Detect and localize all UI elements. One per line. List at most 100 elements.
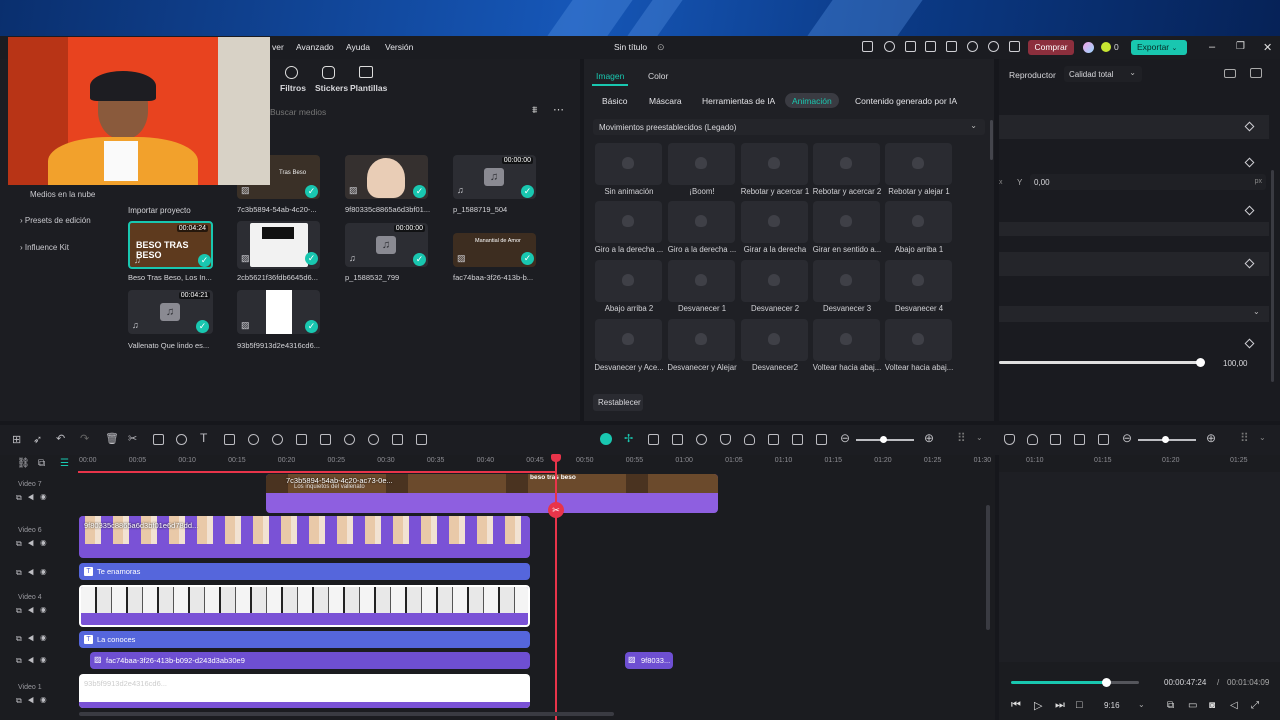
animation-preset-tile[interactable] [885, 319, 952, 361]
camera-icon[interactable]: ◙ [1209, 700, 1215, 711]
subtab-animation[interactable]: Animación [792, 96, 832, 106]
chevron-down-icon[interactable]: ⌄ [1253, 307, 1260, 316]
track-controls[interactable]: ⧉◀◉ [16, 539, 52, 549]
subtab-ai-content[interactable]: Contenido generado por IA [855, 96, 957, 106]
track-controls[interactable]: ⧉◀◉ [16, 696, 52, 706]
quality-dropdown[interactable]: Calidad total ⌄ [1064, 66, 1142, 82]
split-icon[interactable]: ✂ [128, 432, 137, 445]
sticker-clip[interactable]: 9f80335c8865a6d3bf01e6d78dd... [79, 516, 530, 558]
menu-help[interactable]: Ayuda [346, 42, 370, 52]
detach-icon[interactable] [296, 434, 307, 445]
tab-image[interactable]: Imagen [596, 71, 624, 81]
animation-preset-tile[interactable] [813, 319, 880, 361]
grid-view-icon[interactable]: ⠿ [957, 431, 966, 445]
tab-color[interactable]: Color [648, 71, 668, 81]
buy-button[interactable]: Comprar [1028, 40, 1074, 55]
filter-icon[interactable]: ⩩ [532, 105, 537, 116]
display-icon[interactable]: ▭ [1188, 700, 1197, 711]
zoom-slider-handle[interactable] [880, 436, 887, 443]
maximize-icon[interactable]: ❐ [1236, 41, 1245, 52]
import-project[interactable]: Importar proyecto [128, 206, 191, 215]
crop-icon[interactable] [153, 434, 164, 445]
text-icon[interactable]: T [200, 431, 207, 445]
pip-icon[interactable] [1074, 434, 1085, 445]
fit-icon[interactable] [816, 434, 827, 445]
audio-mix-icon[interactable] [768, 434, 779, 445]
fit-icon[interactable] [1098, 434, 1109, 445]
scale-slider[interactable] [999, 361, 1201, 364]
next-frame-icon[interactable]: ⏭ [1055, 699, 1065, 712]
split-at-playhead-icon[interactable]: ✂ [548, 502, 564, 518]
grid-view-icon[interactable]: ⠿ [1240, 431, 1249, 445]
nav-edit-presets[interactable]: › Presets de edición [20, 216, 91, 225]
marker-icon[interactable] [672, 434, 683, 445]
menu-view[interactable]: ver [272, 42, 284, 52]
track-controls[interactable]: ⧉◀◉ [16, 568, 52, 578]
mask-icon[interactable] [272, 434, 283, 445]
scrollbar[interactable] [1271, 170, 1274, 382]
animation-preset-tile[interactable] [813, 260, 880, 302]
small-image-clip[interactable]: ▨ 9f8033... [625, 652, 673, 669]
stop-icon[interactable]: □ [1076, 699, 1083, 711]
chevron-down-icon[interactable]: ⌄ [1259, 433, 1266, 442]
media-item[interactable]: ▨ ✓ [345, 155, 428, 199]
shield-icon[interactable] [1004, 434, 1015, 445]
previous-frame-icon[interactable]: ⏮ [1011, 699, 1021, 712]
track-controls[interactable]: ⧉◀◉ [16, 493, 52, 503]
select-tool-icon[interactable]: ➶ [33, 433, 42, 446]
pip-icon[interactable] [792, 434, 803, 445]
media-item-selected[interactable]: 00:04:24 BESO TRAS BESO ♫ ✓ [128, 221, 213, 269]
shield-icon[interactable] [720, 434, 731, 445]
track-height-icon[interactable]: ☰ [60, 458, 69, 469]
render-icon[interactable] [648, 434, 659, 445]
track-controls[interactable]: ⧉◀◉ [16, 634, 52, 644]
ai-icon[interactable] [320, 434, 331, 445]
microphone-icon[interactable] [1027, 434, 1038, 445]
motion-icon[interactable] [368, 434, 379, 445]
y-position-field[interactable]: 0,00 px [1030, 174, 1266, 190]
animation-preset-tile[interactable] [741, 201, 808, 243]
play-icon[interactable]: ▷ [1034, 699, 1042, 712]
zoom-slider-handle[interactable] [1162, 436, 1169, 443]
animation-preset-tile[interactable] [668, 319, 735, 361]
animation-preset-tile[interactable] [595, 201, 662, 243]
menu-advanced[interactable]: Avanzado [296, 42, 334, 52]
menu-version[interactable]: Versión [385, 42, 413, 52]
play-preview-icon[interactable] [696, 434, 707, 445]
layout-icon[interactable]: ⊞ [12, 433, 21, 446]
tool-stickers[interactable]: Stickers [315, 83, 348, 93]
save-icon[interactable] [946, 41, 957, 52]
export-button[interactable]: Exportar ⌄ [1131, 40, 1187, 55]
media-item[interactable]: 00:00:00 ♫ ♫ ✓ [453, 155, 536, 199]
animation-preset-tile[interactable] [741, 319, 808, 361]
preset-dropdown[interactable]: Movimientos preestablecidos (Legado) ⌄ [593, 119, 985, 135]
media-item[interactable]: ▨ ✓ [237, 221, 320, 269]
scale-slider-handle[interactable] [1196, 358, 1205, 367]
progress-handle[interactable] [1102, 678, 1111, 687]
image-clip[interactable]: ▨ fac74baa-3f26-413b-b092-d243d3ab30e9 [90, 652, 530, 669]
text-clip[interactable]: T La conoces [79, 631, 530, 648]
animation-preset-tile[interactable] [885, 201, 952, 243]
zoom-out-icon[interactable]: ⊖ [1122, 431, 1132, 445]
minimize-icon[interactable]: – [1209, 41, 1215, 53]
animation-preset-tile[interactable] [813, 143, 880, 185]
top-video-clip[interactable]: 7c3b5894-54ab-4c20-ac73-0e... Los inquie… [266, 474, 718, 513]
animation-preset-tile[interactable] [741, 260, 808, 302]
aspect-ratio[interactable]: 9:16 [1104, 701, 1120, 710]
fullscreen-icon[interactable]: ⤢ [1251, 700, 1259, 711]
animation-preset-tile[interactable] [813, 201, 880, 243]
crop-preview-icon[interactable]: ⧉ [1167, 700, 1174, 711]
media-item[interactable]: 00:04:21 ♫ ♫ ✓ [128, 290, 213, 334]
image-icon[interactable] [905, 41, 916, 52]
timer-icon[interactable] [344, 434, 355, 445]
compare-view-icon[interactable] [1224, 69, 1236, 78]
animation-preset-tile[interactable] [885, 260, 952, 302]
reset-button[interactable]: Restablecer [593, 394, 643, 411]
animation-preset-tile[interactable] [668, 201, 735, 243]
more-icon[interactable]: ⋯ [553, 103, 564, 116]
cloud-upload-icon[interactable] [967, 41, 978, 52]
animation-preset-tile[interactable] [668, 143, 735, 185]
subtab-basic[interactable]: Básico [602, 96, 628, 106]
zoom-out-icon[interactable]: ⊖ [840, 431, 850, 445]
animation-preset-tile[interactable] [595, 260, 662, 302]
